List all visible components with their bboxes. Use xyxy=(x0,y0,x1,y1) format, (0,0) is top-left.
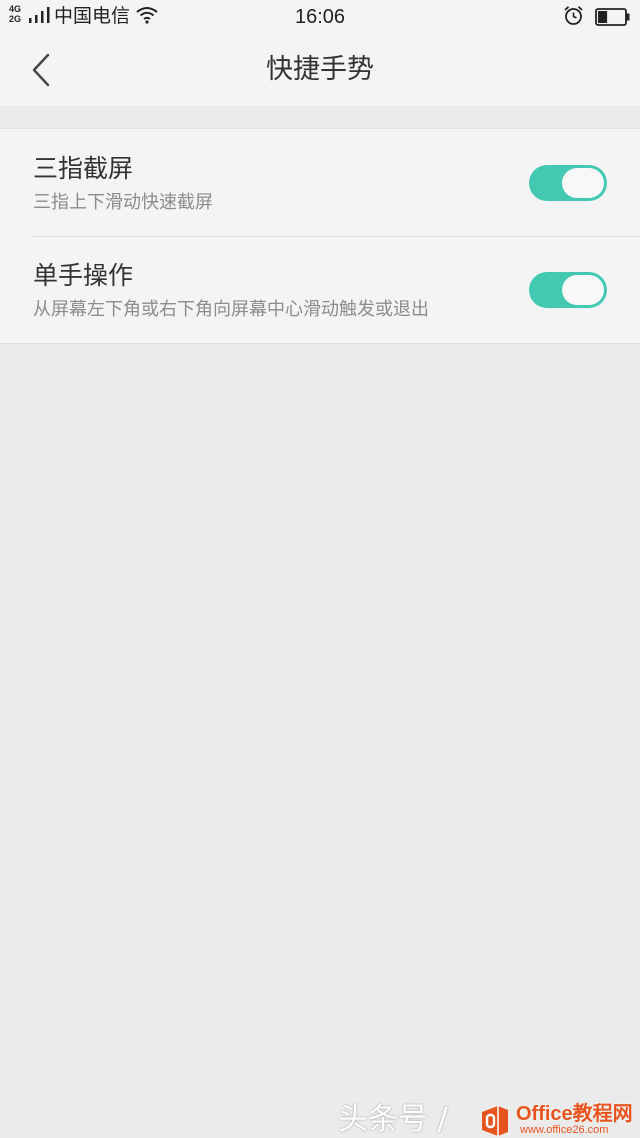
setting-row-three-finger-screenshot[interactable]: 三指截屏 三指上下滑动快速截屏 xyxy=(0,129,640,236)
alarm-icon xyxy=(564,6,583,25)
chevron-left-icon xyxy=(32,53,50,87)
toggle-knob xyxy=(562,168,604,198)
back-button[interactable] xyxy=(24,48,58,92)
settings-list: 三指截屏 三指上下滑动快速截屏 单手操作 从屏幕左下角或右下角向屏幕中心滑动触发… xyxy=(0,128,640,344)
status-bar: 4G 2G 中国电信 16:06 xyxy=(0,0,640,34)
setting-subtitle: 从屏幕左下角或右下角向屏幕中心滑动触发或退出 xyxy=(33,299,429,320)
page-title: 快捷手势 xyxy=(266,54,374,85)
watermark-text: 头条号 / xyxy=(338,1102,448,1137)
toggle-knob xyxy=(562,275,604,305)
setting-title: 单手操作 xyxy=(33,261,134,290)
setting-row-one-hand-mode[interactable]: 单手操作 从屏幕左下角或右下角向屏幕中心滑动触发或退出 xyxy=(0,236,640,343)
battery-icon xyxy=(595,8,630,26)
one-hand-mode-toggle[interactable] xyxy=(529,272,607,308)
office-logo-icon xyxy=(482,1106,508,1136)
watermark-url: www.office26.com xyxy=(520,1124,609,1136)
status-time: 16:06 xyxy=(294,6,346,28)
setting-title: 三指截屏 xyxy=(33,154,134,183)
app-header: 快捷手势 xyxy=(0,34,640,106)
watermark-brand: Office教程网 xyxy=(516,1103,633,1125)
setting-subtitle: 三指上下滑动快速截屏 xyxy=(33,192,213,213)
three-finger-screenshot-toggle[interactable] xyxy=(529,165,607,201)
watermark: 头条号 / Office教程网 www.office26.com xyxy=(338,1100,640,1138)
